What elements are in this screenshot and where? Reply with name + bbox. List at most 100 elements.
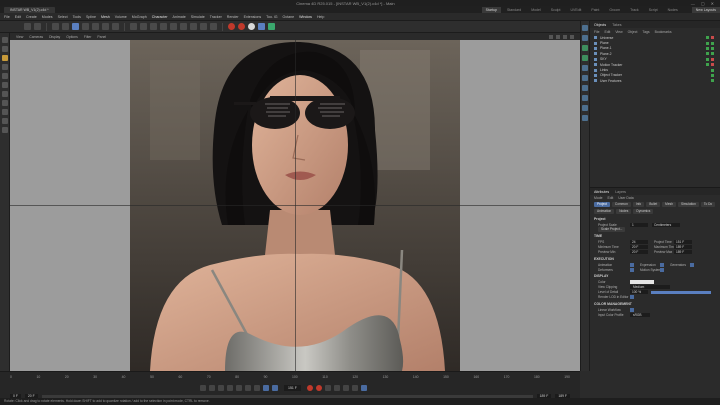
- previous-frame-icon[interactable]: [218, 385, 224, 391]
- record-icon[interactable]: [306, 385, 313, 391]
- layout-tab-paint[interactable]: Paint: [587, 7, 603, 13]
- layout-tab-startup[interactable]: Startup: [481, 6, 501, 13]
- layout-tab-nodes[interactable]: Nodes: [664, 7, 682, 13]
- render-settings-icon[interactable]: [248, 23, 255, 30]
- color-swatch[interactable]: [630, 279, 654, 284]
- tab-layers[interactable]: Layers: [615, 190, 626, 194]
- layout-tab-track[interactable]: Track: [626, 7, 643, 13]
- tweak-icon[interactable]: [1, 100, 8, 106]
- maximum-time-input[interactable]: 189 F: [674, 245, 692, 250]
- linear-workflow-checkbox[interactable]: [630, 307, 634, 312]
- menu-help[interactable]: Help: [317, 15, 324, 19]
- camera-icon[interactable]: [582, 95, 588, 101]
- object-menu-file[interactable]: File: [594, 30, 599, 34]
- next-frame-icon[interactable]: [236, 385, 242, 391]
- attr-tab-todo[interactable]: To Do: [700, 202, 716, 207]
- deformer-icon[interactable]: [582, 65, 588, 71]
- autokey-icon[interactable]: [315, 385, 322, 391]
- attr-menu-mode[interactable]: Mode: [594, 196, 602, 200]
- axis-z-icon[interactable]: [112, 23, 119, 30]
- attr-menu-edit[interactable]: Edit: [607, 196, 613, 200]
- attr-tab-simulation[interactable]: Simulation: [677, 202, 699, 207]
- list-item[interactable]: User Features: [590, 78, 720, 83]
- project-time-input[interactable]: 151 F: [674, 239, 692, 245]
- lock-icon[interactable]: [1, 127, 8, 133]
- viewport-rotate-icon[interactable]: [563, 34, 567, 39]
- tab-objects[interactable]: Objects: [594, 23, 606, 27]
- menu-mograph[interactable]: MoGraph: [132, 15, 147, 19]
- menu-character[interactable]: Character: [152, 15, 168, 19]
- light-icon[interactable]: [210, 23, 217, 30]
- go-to-start-icon[interactable]: [200, 385, 206, 391]
- octane-icon[interactable]: [258, 23, 265, 30]
- viewport-zoom-icon[interactable]: [556, 34, 560, 39]
- axis-y-icon[interactable]: [102, 23, 109, 30]
- snap-icon[interactable]: [1, 109, 8, 115]
- axis-mode-icon[interactable]: [1, 91, 8, 97]
- viewport-menu-panel[interactable]: Panel: [97, 35, 106, 39]
- layout-tab-script[interactable]: Script: [645, 7, 662, 13]
- object-menu-bookmarks[interactable]: Bookmarks: [655, 30, 672, 34]
- layout-tab-sculpt[interactable]: Sculpt: [547, 7, 565, 13]
- points-mode-icon[interactable]: [1, 55, 8, 61]
- preview-range-icon[interactable]: [272, 385, 278, 391]
- workplane-icon[interactable]: [1, 118, 8, 124]
- attr-menu-user-data[interactable]: User Data: [618, 196, 633, 200]
- go-to-end-icon[interactable]: [254, 385, 260, 391]
- maximize-icon[interactable]: ▢: [701, 1, 705, 6]
- axis-x-icon[interactable]: [92, 23, 99, 30]
- menu-edit[interactable]: Edit: [15, 15, 21, 19]
- deformers-checkbox[interactable]: [630, 267, 634, 272]
- menu-modes[interactable]: Modes: [42, 15, 53, 19]
- preview-min-input[interactable]: 20 F: [630, 250, 648, 255]
- cloner-icon[interactable]: [160, 23, 167, 30]
- uv-mode-icon[interactable]: [1, 82, 8, 88]
- floor-icon[interactable]: [190, 23, 197, 30]
- menu-file[interactable]: File: [4, 15, 10, 19]
- scene-icon[interactable]: [582, 85, 588, 91]
- menu-too-ig[interactable]: Too. iG: [266, 15, 277, 19]
- expression-checkbox[interactable]: [660, 262, 664, 267]
- null-object-icon[interactable]: [582, 25, 588, 31]
- attr-tab-info[interactable]: Info: [632, 202, 645, 207]
- 3d-viewport[interactable]: [10, 40, 580, 371]
- minimize-icon[interactable]: —: [691, 1, 695, 6]
- layout-tab-uvedit[interactable]: UVEdit: [566, 7, 585, 13]
- viewport-menu-view[interactable]: View: [16, 35, 23, 39]
- loop-icon[interactable]: [263, 385, 269, 391]
- keyframe-selection-icon[interactable]: [324, 385, 331, 391]
- current-frame-field[interactable]: 151 F: [284, 385, 301, 391]
- tab-attributes[interactable]: Attributes: [594, 190, 609, 194]
- menu-window[interactable]: Window: [299, 15, 312, 19]
- object-menu-edit[interactable]: Edit: [604, 30, 610, 34]
- menu-create[interactable]: Create: [26, 15, 37, 19]
- pen-icon[interactable]: [140, 23, 147, 30]
- layout-tab-model[interactable]: Model: [527, 7, 545, 13]
- model-mode-icon[interactable]: [1, 37, 8, 43]
- viewport-menu-filter[interactable]: Filter: [84, 35, 92, 39]
- project-scale-unit-select[interactable]: Centimeters: [652, 222, 680, 227]
- camera-icon[interactable]: [200, 23, 207, 30]
- document-tab[interactable]: INSTAR WB_V1(2).c4d *: [4, 6, 55, 13]
- menu-render[interactable]: Render: [227, 15, 239, 19]
- close-icon[interactable]: ✕: [711, 1, 714, 6]
- attr-tab-animation[interactable]: Animation: [594, 209, 615, 214]
- attr-tab-dynamics[interactable]: Dynamics: [633, 209, 654, 214]
- rotation-key-icon[interactable]: [342, 385, 349, 391]
- attr-tab-nodes[interactable]: Nodes: [616, 209, 632, 214]
- redo-icon[interactable]: [34, 23, 41, 30]
- next-key-icon[interactable]: [245, 385, 251, 391]
- edges-mode-icon[interactable]: [1, 64, 8, 70]
- viewport-toggle-icon[interactable]: [570, 34, 574, 39]
- texture-mode-icon[interactable]: [1, 46, 8, 52]
- spline-icon[interactable]: [582, 35, 588, 41]
- motion-system-checkbox[interactable]: [660, 267, 664, 272]
- object-menu-tags[interactable]: Tags: [642, 30, 649, 34]
- menu-mesh[interactable]: Mesh: [101, 15, 110, 19]
- object-menu-object[interactable]: Object: [628, 30, 638, 34]
- generator-icon[interactable]: [582, 45, 588, 51]
- cube-icon[interactable]: [130, 23, 137, 30]
- generators-checkbox[interactable]: [690, 262, 694, 267]
- attr-tab-bullet[interactable]: Bullet: [646, 202, 661, 207]
- menu-octane[interactable]: Octane: [283, 15, 295, 19]
